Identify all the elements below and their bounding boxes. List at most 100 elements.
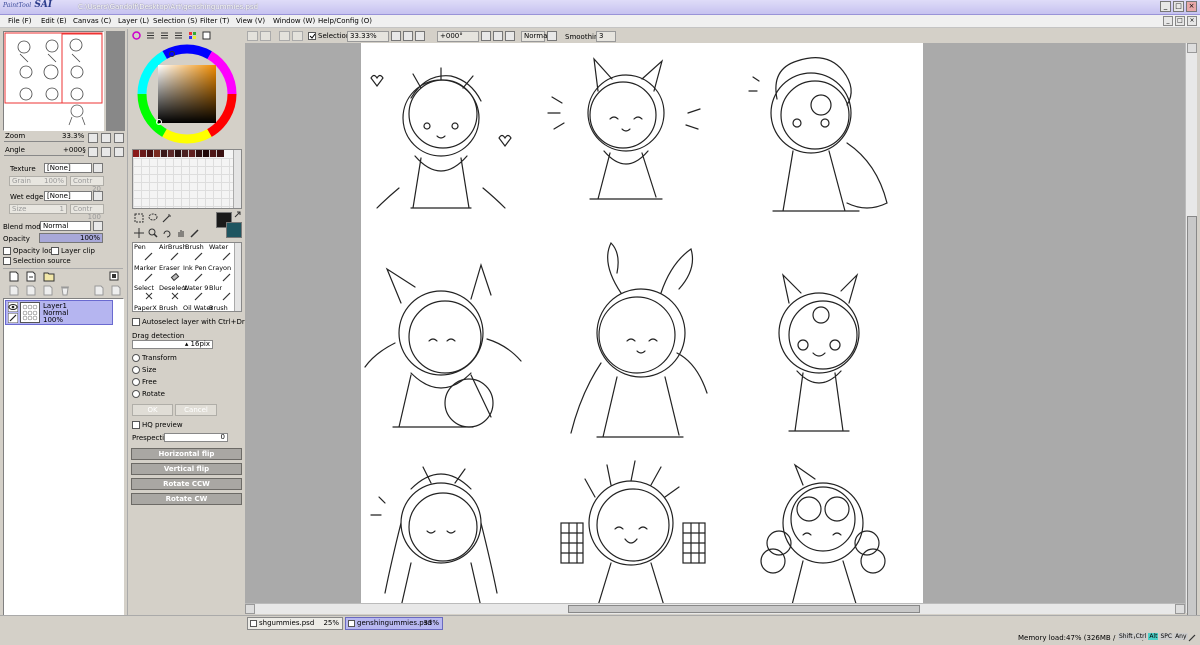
swatch-scrollbar[interactable] [233,150,241,208]
doc-restore-button[interactable]: □ [1175,16,1185,26]
copy-layer-icon[interactable] [94,285,104,296]
tool-marker[interactable]: Marker [134,264,156,272]
swap-colors-icon[interactable] [234,211,242,219]
rgb-slider-tab-icon[interactable] [146,31,155,40]
doc-close-button[interactable]: × [1187,16,1197,26]
tool-pen[interactable]: Pen [134,243,146,251]
document-tab-active[interactable]: genshingummies.psd 33% [345,617,443,630]
tool-paperx[interactable]: PaperX [134,304,157,312]
menu-selection[interactable]: Selection (S) [153,17,197,25]
texture-select[interactable]: [None] [44,163,92,173]
tool-ink-pen[interactable]: Ink Pen [183,264,207,272]
vertical-scroll-thumb[interactable] [1187,216,1197,639]
transform-radio[interactable] [132,354,140,362]
rotate-reset-button[interactable] [114,147,124,157]
menu-canvas[interactable]: Canvas (C) [73,17,111,25]
tool-airbrush[interactable]: AirBrush [159,243,187,251]
tool-crayon[interactable]: Crayon [208,264,231,272]
invert-selection-button[interactable] [292,31,303,41]
zoom-slider[interactable] [4,141,84,142]
swatch-grid[interactable] [132,149,242,209]
autoselect-checkbox[interactable] [132,318,140,326]
transfer-down-icon[interactable] [9,285,19,296]
scroll-up-button[interactable] [1187,43,1197,53]
magic-wand-icon[interactable] [162,213,172,223]
rotate-cw-button[interactable]: Rotate CW [131,493,242,505]
maximize-button[interactable]: □ [1173,1,1184,12]
tool-blur[interactable]: Blur [209,284,222,292]
blend-mode-dropdown-button[interactable] [93,221,103,231]
scratchpad-tab-icon[interactable] [202,31,211,40]
size-radio[interactable] [132,366,140,374]
rect-select-icon[interactable] [134,213,144,223]
rotate-ccw-button[interactable]: Rotate CCW [131,478,242,490]
visibility-eye-icon[interactable] [8,302,18,312]
lasso-icon[interactable] [148,213,158,223]
toolbar-rotate-right-button[interactable] [493,31,503,41]
zoom-out-button[interactable] [88,133,98,143]
color-bar-tab-icon[interactable] [174,31,183,40]
toolbar-rotate-left-button[interactable] [481,31,491,41]
doc-minimize-button[interactable]: _ [1163,16,1173,26]
view-mode-dropdown-button[interactable] [547,31,557,41]
horizontal-scrollbar[interactable] [245,603,1185,614]
document-tab[interactable]: shgummies.psd 25% [247,617,343,630]
blend-mode-select[interactable]: Normal [40,221,91,231]
hand-icon[interactable] [176,228,186,238]
vertical-flip-button[interactable]: Vertical flip [131,463,242,475]
eyedropper-icon[interactable] [190,228,200,238]
rotate-right-button[interactable] [101,147,111,157]
tool-brush-2[interactable]: Brush [159,304,178,312]
new-layer-icon[interactable] [9,271,19,282]
horizontal-scroll-thumb[interactable] [568,605,920,613]
delete-layer-icon[interactable] [60,285,70,296]
perspective-slider[interactable]: 0 [164,433,228,442]
color-wheel-tab-icon[interactable] [132,31,141,40]
angle-select[interactable]: +000° [437,31,479,42]
menu-help-config[interactable]: Help/Config (O) [318,17,372,25]
toolbar-rotate-reset-button[interactable] [505,31,515,41]
selection-source-checkbox[interactable] [3,257,11,265]
free-radio[interactable] [132,378,140,386]
wet-edge-select[interactable]: [None] [44,191,92,201]
tool-eraser[interactable]: Eraser [159,264,180,272]
undo-button[interactable] [247,31,258,41]
opacity-lock-checkbox[interactable] [3,247,11,255]
redo-button[interactable] [260,31,271,41]
layer-mask-icon[interactable] [109,271,119,281]
toolbar-zoom-fit-button[interactable] [415,31,425,41]
paste-layer-icon[interactable] [111,285,121,296]
rotate-radio[interactable] [132,390,140,398]
new-linked-layer-icon[interactable] [26,271,36,282]
minimize-button[interactable]: _ [1160,1,1171,12]
horizontal-flip-button[interactable]: Horizontal flip [131,448,242,460]
texture-dropdown-button[interactable] [93,163,103,173]
zoom-reset-button[interactable] [114,133,124,143]
menu-window[interactable]: Window (W) [273,17,315,25]
tool-brush-3[interactable]: Brush [209,304,228,312]
tool-water[interactable]: Water [209,243,228,251]
ok-button[interactable]: OK [132,404,173,416]
cancel-button[interactable]: Cancel [175,404,217,416]
drawing-canvas[interactable] [361,43,923,603]
layer-clip-checkbox[interactable] [51,247,59,255]
drag-detection-slider[interactable]: ▴ 16pix [132,340,213,349]
opacity-slider[interactable]: 100% [39,233,103,243]
menu-view[interactable]: View (V) [236,17,265,25]
merge-down-icon[interactable] [26,285,36,296]
scroll-left-button[interactable] [245,604,255,614]
color-wheel[interactable] [136,43,238,145]
tool-brush[interactable]: Brush [185,243,204,251]
clear-layer-icon[interactable] [43,285,53,296]
angle-slider[interactable] [4,155,84,156]
menu-file[interactable]: File (F) [8,17,31,25]
smoothing-select[interactable]: 3 [596,31,616,42]
selection-checkbox[interactable] [308,32,316,40]
zoom-select[interactable]: 33.33% [347,31,389,42]
menu-layer[interactable]: Layer (L) [118,17,149,25]
menu-edit[interactable]: Edit (E) [41,17,67,25]
zoom-tool-icon[interactable] [148,228,158,238]
close-button[interactable]: × [1186,1,1197,12]
rotate-tool-icon[interactable] [162,228,172,238]
hq-preview-checkbox[interactable] [132,421,140,429]
